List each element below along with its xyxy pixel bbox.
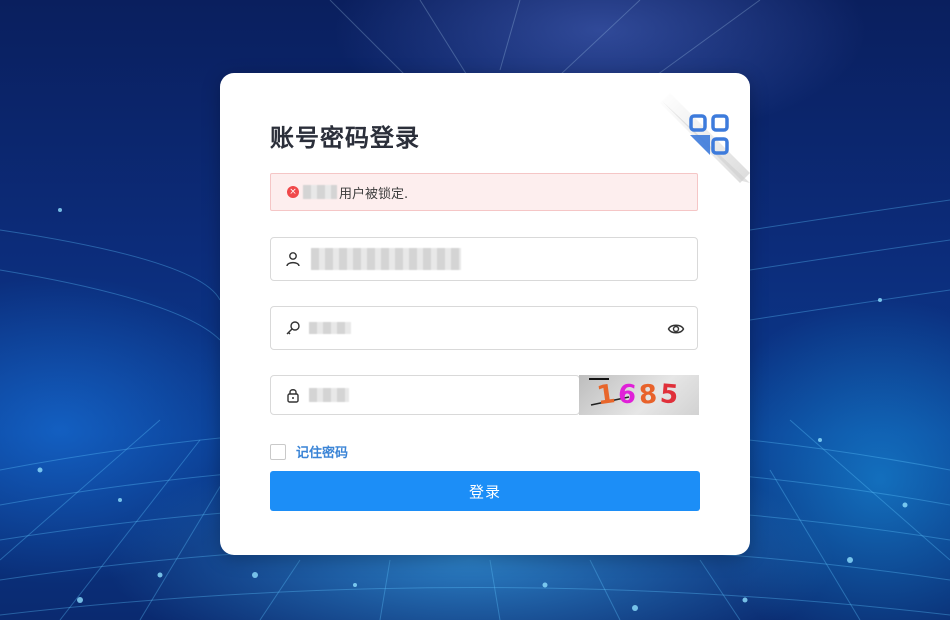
page-title: 账号密码登录 — [270, 124, 420, 152]
captcha-image[interactable]: 1 6 8 5 — [579, 375, 699, 415]
login-button[interactable]: 登录 — [270, 471, 700, 511]
alert-message: 用户被锁定. — [339, 186, 409, 202]
qr-login-switch[interactable] — [640, 73, 750, 183]
error-icon: × — [287, 186, 299, 198]
captcha-input[interactable] — [270, 375, 580, 415]
captcha-value-redacted — [309, 388, 349, 402]
remember-label[interactable]: 记住密码 — [296, 442, 348, 461]
password-field[interactable] — [270, 306, 698, 350]
remember-password[interactable]: 记住密码 — [270, 442, 348, 461]
redacted-username — [303, 185, 337, 199]
username-value-redacted — [311, 248, 461, 270]
login-card: 账号密码登录 × 用户被锁定. 1 6 8 5 记住密码 登录 — [220, 73, 750, 555]
lock-icon — [283, 385, 303, 405]
password-value-redacted — [309, 322, 351, 334]
eye-icon[interactable] — [667, 320, 685, 338]
remember-checkbox[interactable] — [270, 443, 286, 460]
key-icon — [283, 318, 303, 338]
qr-code-icon — [660, 93, 750, 183]
error-alert: × 用户被锁定. — [270, 173, 698, 211]
username-field[interactable] — [270, 237, 698, 281]
user-icon — [283, 249, 303, 269]
